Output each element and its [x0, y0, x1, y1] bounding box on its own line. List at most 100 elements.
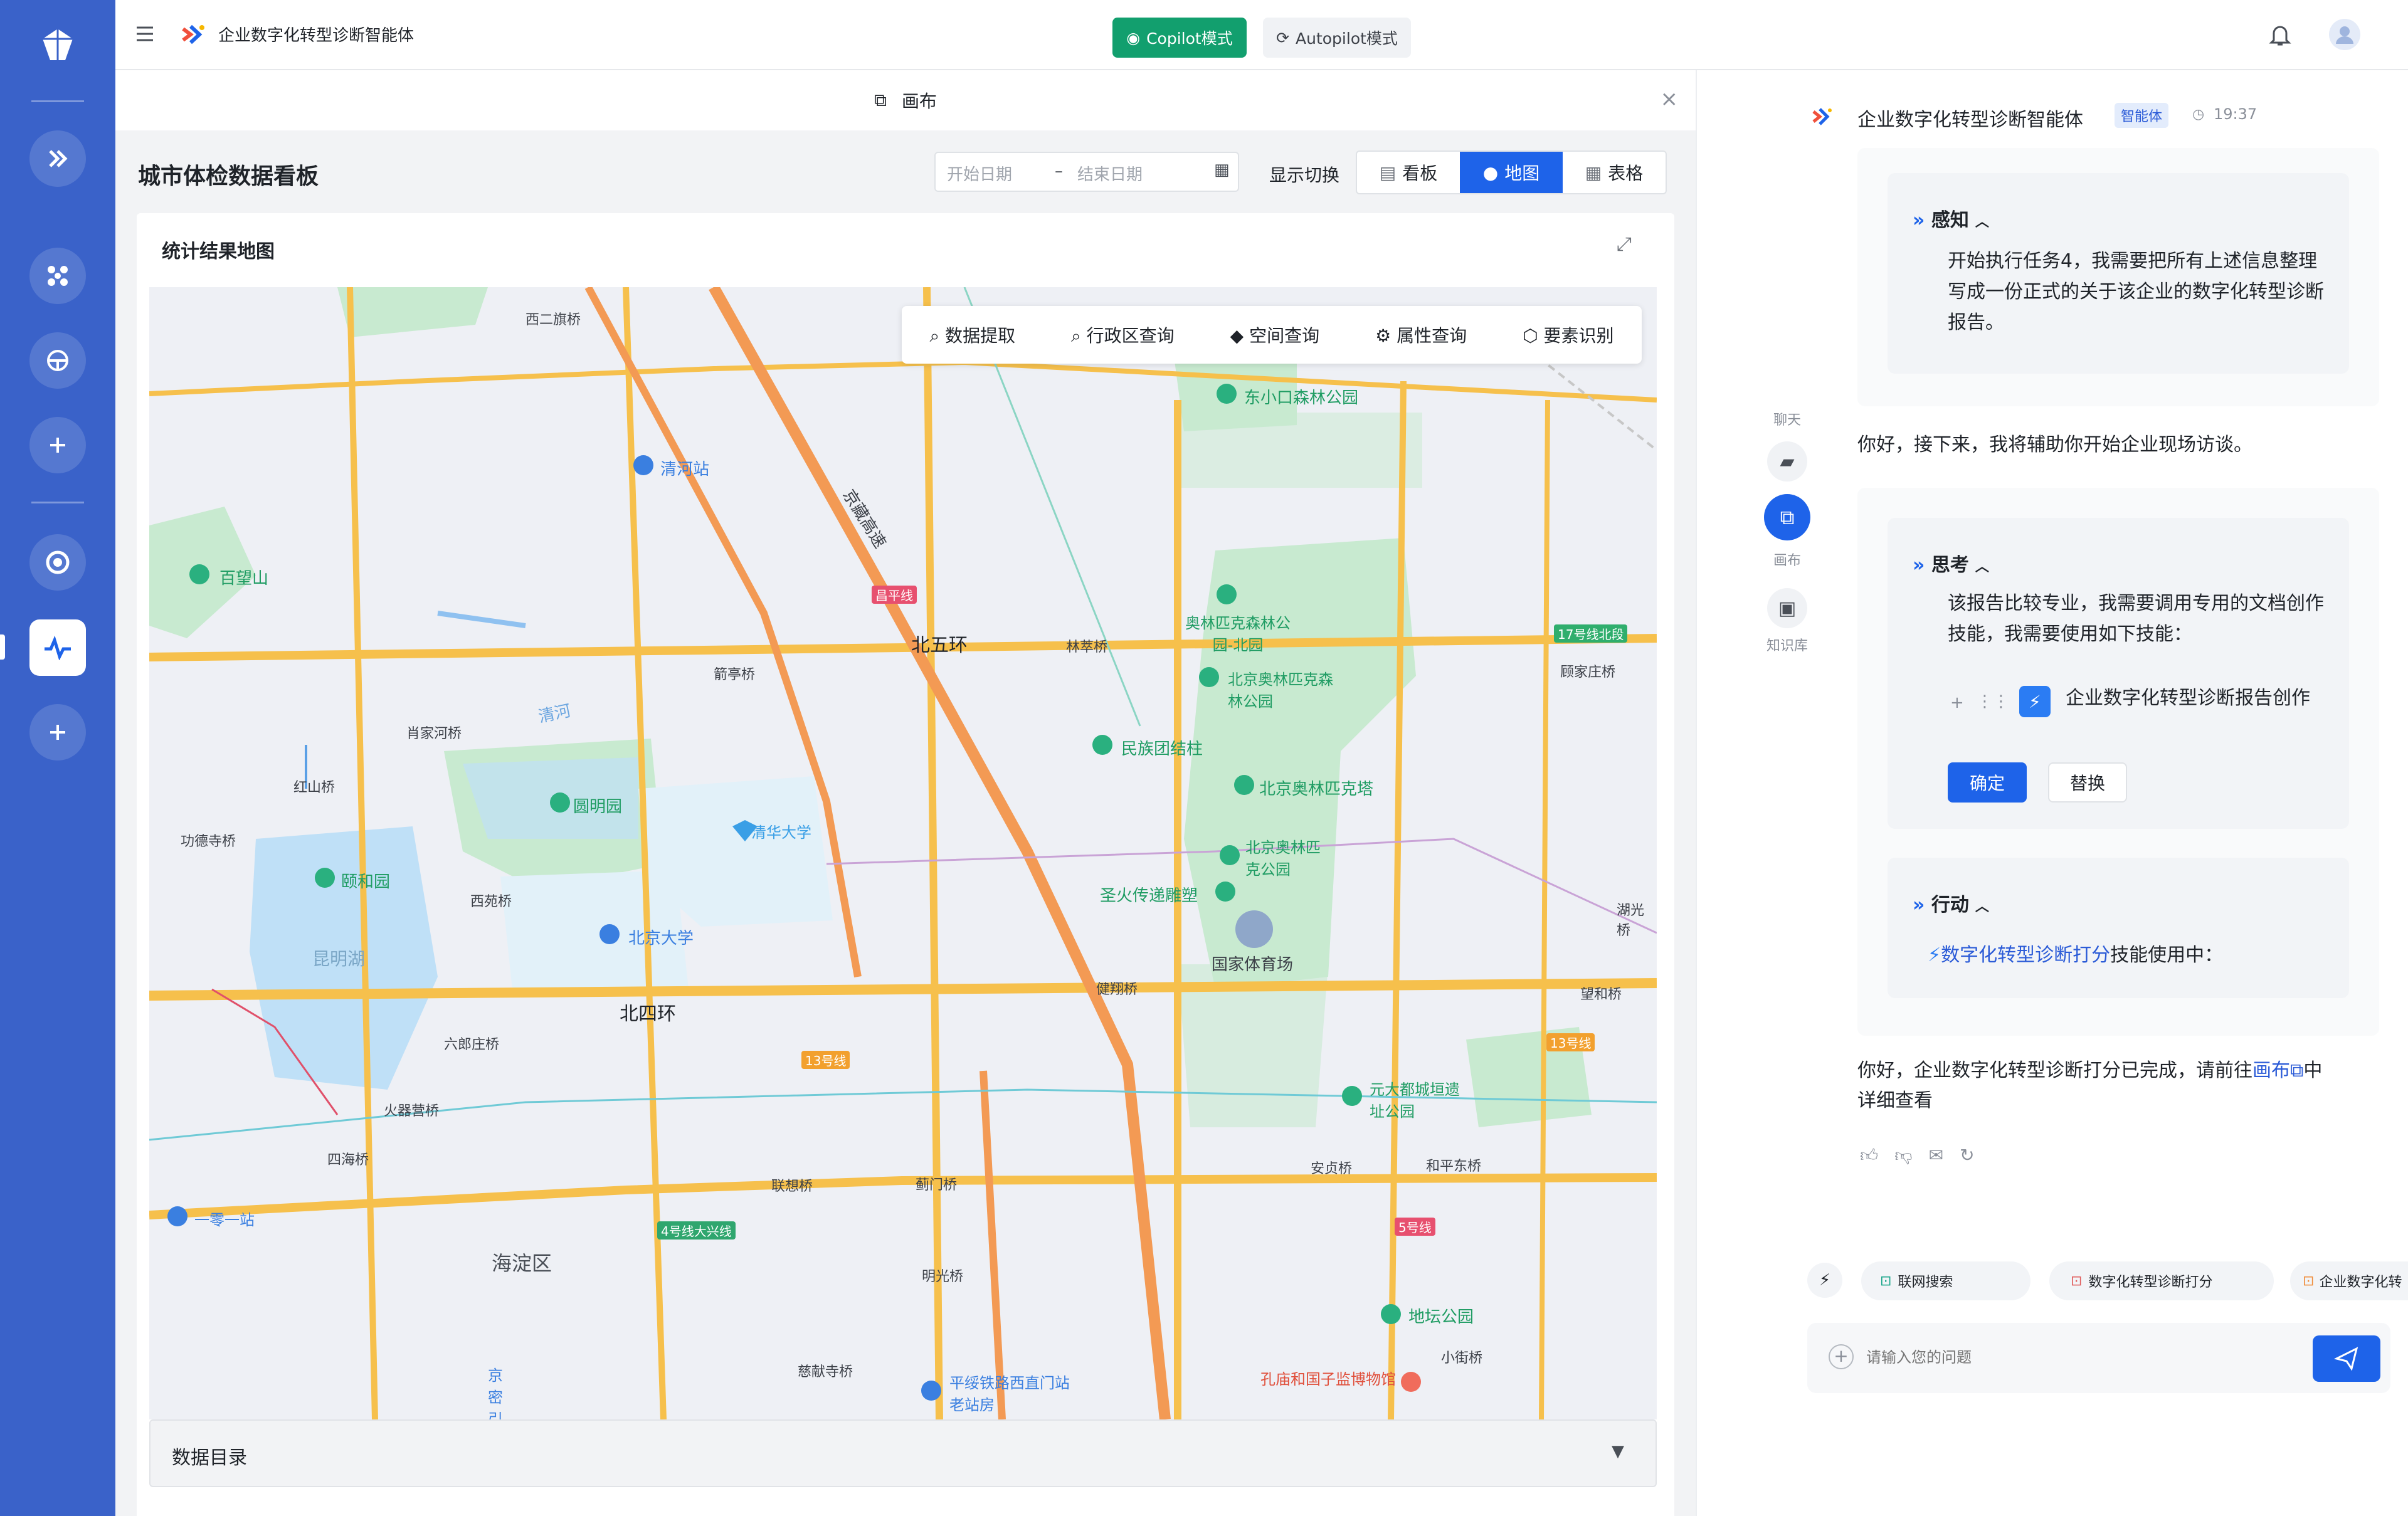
tab-map[interactable]: ● 地图 — [1460, 152, 1563, 193]
clock-icon: ◷ — [2192, 107, 2205, 122]
drag-handle-icon[interactable]: ⋮⋮ — [1977, 692, 2009, 711]
chip-web-search[interactable]: ⊡ 联网搜索 — [1861, 1261, 2030, 1300]
chat-input[interactable] — [1866, 1340, 2305, 1376]
chat-side-nav: 聊天 ▰ ⧉ 画布 ▣ 知识库 — [1762, 409, 1812, 655]
action-header[interactable]: » 行动 ︿ — [1913, 889, 1989, 917]
replace-button[interactable]: 替换 — [2048, 762, 2127, 803]
chat-bubble-icon[interactable]: ▰ — [1767, 441, 1807, 482]
think-text: 该报告比较专业，我需要调用专用的文档创作技能，我需要使用如下技能： — [1948, 592, 2324, 645]
map-label: 5号线 — [1395, 1218, 1435, 1236]
plus-icon[interactable] — [29, 417, 86, 473]
attach-plus-icon[interactable]: + — [1829, 1344, 1854, 1369]
hamburger-icon[interactable] — [135, 25, 154, 43]
gear-icon: ⚙ — [1375, 325, 1397, 346]
canvas-nav-icon[interactable]: ⧉ — [1764, 494, 1810, 540]
stadium-icon — [1235, 910, 1273, 948]
map-label: 北京奥林匹克公园 — [1245, 839, 1321, 878]
agent-icon[interactable] — [29, 130, 86, 187]
map-label: 平绥铁路西直门站老站房 — [949, 1374, 1070, 1414]
think-header[interactable]: » 思考 ︿ — [1913, 549, 1989, 577]
calendar-icon[interactable]: ▦ — [1214, 161, 1230, 179]
map-label: 肖家河桥 — [406, 726, 462, 742]
map-label: 京密引 — [488, 1367, 503, 1419]
dashboard-title: 城市体检数据看板 — [138, 164, 319, 189]
thumb-up-icon[interactable]: 👍︎ — [1860, 1145, 1878, 1166]
message-text: 中 — [2303, 1060, 2323, 1082]
steering-icon[interactable] — [29, 332, 86, 389]
data-extract-button[interactable]: ⌕ 数据提取 — [929, 322, 1015, 347]
chat-panel: 聊天 ▰ ⧉ 画布 ▣ 知识库 企业数字化转型诊断智能体 智能体 ◷ 19:37… — [1696, 70, 2408, 1516]
feature-identify-button[interactable]: ⬡ 要素识别 — [1523, 322, 1613, 347]
plus-icon[interactable] — [29, 704, 86, 761]
mail-icon[interactable]: ✉ — [1929, 1145, 1943, 1166]
copilot-mode-button[interactable]: ◉ Copilot模式 — [1112, 18, 1247, 58]
tab-table-label: 表格 — [1608, 163, 1644, 184]
chip-enterprise[interactable]: ⊡ 企业数字化转 — [2290, 1261, 2408, 1300]
map-label: 4号线大兴线 — [657, 1221, 736, 1240]
caret-down-icon[interactable]: ▼ — [1612, 1442, 1624, 1461]
close-icon[interactable]: × — [1661, 87, 1679, 112]
view-switch: ▤ 看板 ● 地图 ▦ 表格 — [1356, 150, 1667, 194]
autopilot-mode-button[interactable]: ⟳ Autopilot模式 — [1263, 18, 1411, 58]
perceive-header[interactable]: » 感知 ︿ — [1913, 204, 1989, 232]
knowledge-icon[interactable]: ▣ — [1767, 588, 1807, 628]
think-card: » 思考 ︿ 该报告比较专业，我需要调用专用的文档创作技能，我需要使用如下技能： … — [1888, 518, 2349, 829]
map-label: 联想桥 — [771, 1179, 813, 1194]
tab-table[interactable]: ▦ 表格 — [1563, 152, 1666, 193]
orbit-icon[interactable] — [29, 534, 86, 591]
map-label: 孔庙和国子监博物馆 — [1260, 1371, 1396, 1388]
canvas-header: ⧉ 画布 × — [115, 70, 1696, 130]
avatar[interactable] — [2329, 19, 2360, 50]
district-query-button[interactable]: ⌕ 行政区查询 — [1071, 322, 1175, 347]
thumb-down-icon[interactable]: 👎︎ — [1894, 1145, 1912, 1166]
send-icon — [2334, 1347, 2358, 1371]
action-suffix: 技能使用中： — [2110, 944, 2224, 966]
refresh-icon[interactable]: ↻ — [1960, 1145, 1974, 1166]
date-separator: – — [1055, 162, 1063, 181]
map-view[interactable]: 西二旗桥 清河站 京藏高速 昌平线 东小口森林公园 百望山 北五环 林萃桥 奥林… — [149, 287, 1657, 1419]
map-label: 蓟门桥 — [916, 1177, 958, 1193]
map-label: 六郎庄桥 — [444, 1037, 500, 1053]
network-icon[interactable] — [29, 248, 86, 304]
confirm-button[interactable]: 确定 — [1948, 762, 2027, 803]
map-label: 元大都城垣遗址公园 — [1370, 1081, 1460, 1120]
search-icon: ⊡ — [1880, 1273, 1892, 1289]
map-label: 顾家庄桥 — [1560, 665, 1616, 680]
map-label: 地坛公园 — [1408, 1308, 1474, 1327]
lightning-icon: ⚡ — [2019, 686, 2051, 717]
map-label: 望和桥 — [1580, 987, 1622, 1003]
agent-small-icon: » — [1913, 894, 1931, 916]
map-label: 海淀区 — [492, 1251, 552, 1275]
agent-logo-icon — [1810, 104, 1835, 129]
date-range-picker[interactable]: 开始日期 – 结束日期 ▦ — [934, 152, 1239, 192]
pulse-icon[interactable] — [29, 619, 86, 676]
data-catalog-bar[interactable]: 数据目录 ▼ — [149, 1419, 1657, 1487]
bell-icon[interactable] — [2269, 23, 2291, 48]
logo-icon[interactable] — [38, 25, 78, 65]
map-label: 林萃桥 — [1066, 640, 1108, 655]
end-date[interactable]: 结束日期 — [1077, 162, 1143, 185]
map-label: 北京大学 — [628, 929, 694, 948]
tab-board[interactable]: ▤ 看板 — [1357, 152, 1460, 193]
start-date[interactable]: 开始日期 — [947, 162, 1012, 185]
olympic-park-area — [1184, 538, 1416, 989]
canvas-link[interactable]: 画布 — [2252, 1060, 2290, 1082]
chip-label: 企业数字化转 — [2319, 1275, 2402, 1290]
attribute-query-button[interactable]: ⚙ 属性查询 — [1375, 322, 1467, 347]
chip-label: 数字化转型诊断打分 — [2088, 1275, 2213, 1290]
chip-diagnosis-score[interactable]: ⊡ 数字化转型诊断打分 — [2049, 1261, 2274, 1300]
skills-lightning-icon[interactable]: ⚡ — [1807, 1263, 1842, 1298]
add-icon[interactable]: + — [1950, 693, 1964, 712]
expand-icon[interactable]: ⤢ — [1617, 233, 1632, 255]
map-svg[interactable] — [149, 287, 1657, 1419]
spatial-query-button[interactable]: ◆ 空间查询 — [1230, 322, 1319, 347]
chevron-up-icon: ︿ — [1975, 899, 1989, 915]
lightning-icon: ⚡ — [1928, 944, 1941, 966]
send-button[interactable] — [2313, 1335, 2380, 1382]
map-label: 民族团结柱 — [1121, 740, 1203, 759]
hexagon-icon: ⬡ — [1523, 325, 1544, 346]
message-time: 19:37 — [2214, 105, 2258, 123]
map-label: 小街桥 — [1441, 1350, 1483, 1366]
canvas-link-icon[interactable]: ⧉ — [2290, 1060, 2303, 1082]
skill-link[interactable]: 数字化转型诊断打分 — [1941, 944, 2110, 966]
